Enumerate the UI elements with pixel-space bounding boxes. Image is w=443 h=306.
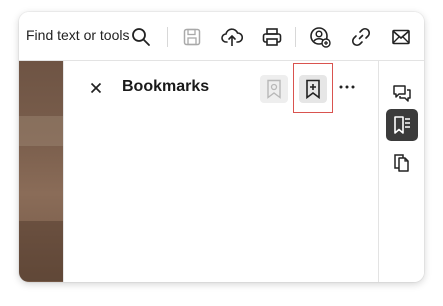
comments-icon[interactable]	[386, 78, 418, 110]
add-bookmark-icon[interactable]	[299, 75, 327, 103]
account-icon[interactable]	[307, 24, 333, 50]
save-icon[interactable]	[179, 24, 205, 50]
panel-title: Bookmarks	[122, 78, 210, 95]
print-icon[interactable]	[259, 24, 285, 50]
bookmarks-icon[interactable]	[386, 109, 418, 141]
email-icon[interactable]	[388, 24, 414, 50]
document-blur-region	[19, 221, 63, 281]
app-window: Find text or tools Bookmarks	[19, 12, 424, 282]
link-icon[interactable]	[348, 24, 374, 50]
close-icon[interactable]	[86, 78, 106, 98]
top-toolbar: Find text or tools	[19, 12, 424, 61]
bookmarks-panel: Bookmarks	[63, 61, 379, 282]
toolbar-divider	[295, 27, 296, 47]
right-rail	[378, 61, 424, 282]
document-preview-strip	[19, 61, 63, 282]
pages-icon[interactable]	[386, 147, 418, 179]
more-options-icon[interactable]	[336, 79, 358, 95]
find-text-or-tools-label[interactable]: Find text or tools	[26, 27, 130, 43]
search-icon[interactable]	[128, 24, 154, 50]
add-bookmark-from-selection-icon[interactable]	[260, 75, 288, 103]
upload-icon[interactable]	[219, 24, 245, 50]
document-blur-region	[19, 116, 63, 146]
toolbar-divider	[167, 27, 168, 47]
